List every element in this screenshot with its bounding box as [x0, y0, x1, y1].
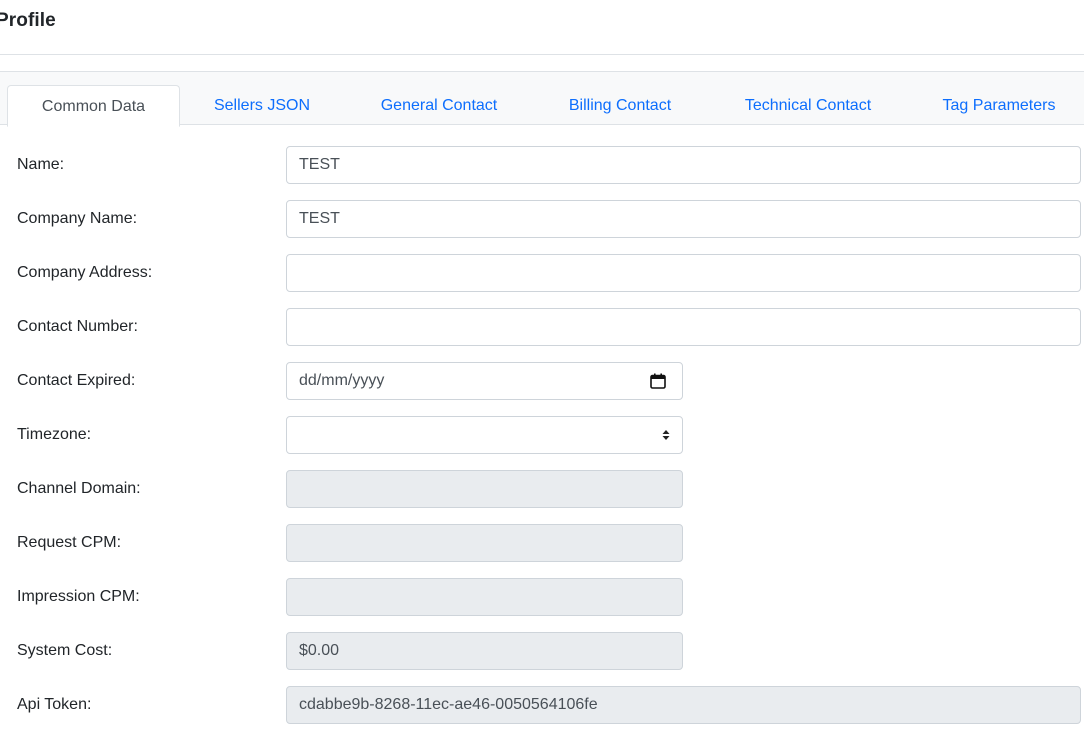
- request-cpm-input: [286, 524, 683, 562]
- contact-number-label: Contact Number:: [17, 318, 138, 335]
- system-cost-input: $0.00: [286, 632, 683, 670]
- system-cost-value: $0.00: [299, 642, 340, 659]
- title-divider: [0, 54, 1084, 55]
- contact-expired-placeholder: dd/mm/yyyy: [299, 372, 385, 389]
- page-title: Profile: [0, 10, 56, 31]
- timezone-label: Timezone:: [17, 426, 92, 443]
- form-row-company-name: Company Name: TEST: [0, 200, 1084, 238]
- contact-expired-date-input[interactable]: dd/mm/yyyy: [286, 362, 683, 400]
- form-row-contact-expired: Contact Expired: dd/mm/yyyy: [0, 362, 1084, 400]
- form-row-contact-number: Contact Number:: [0, 308, 1084, 346]
- name-value: TEST: [299, 156, 340, 173]
- api-token-value: cdabbe9b-8268-11ec-ae46-0050564106fe: [299, 696, 598, 713]
- api-token-input: cdabbe9b-8268-11ec-ae46-0050564106fe: [286, 686, 1081, 724]
- impression-cpm-input: [286, 578, 683, 616]
- form-row-channel-domain: Channel Domain:: [0, 470, 1084, 508]
- company-name-input[interactable]: TEST: [286, 200, 1081, 238]
- system-cost-label: System Cost:: [17, 642, 113, 659]
- tab-general-contact[interactable]: General Contact: [364, 85, 514, 126]
- form-row-api-token: Api Token: cdabbe9b-8268-11ec-ae46-00505…: [0, 686, 1084, 724]
- form-row-company-address: Company Address:: [0, 254, 1084, 292]
- company-address-input[interactable]: [286, 254, 1081, 292]
- form-row-name: Name: TEST: [0, 146, 1084, 184]
- timezone-select[interactable]: [286, 416, 683, 454]
- name-input[interactable]: TEST: [286, 146, 1081, 184]
- tab-technical-contact[interactable]: Technical Contact: [726, 85, 890, 126]
- tab-sellers-json[interactable]: Sellers JSON: [196, 85, 328, 126]
- company-name-value: TEST: [299, 210, 340, 227]
- impression-cpm-label: Impression CPM:: [17, 588, 140, 605]
- company-address-label: Company Address:: [17, 264, 153, 281]
- tab-billing-contact[interactable]: Billing Contact: [552, 85, 688, 126]
- form-row-impression-cpm: Impression CPM:: [0, 578, 1084, 616]
- channel-domain-input: [286, 470, 683, 508]
- company-name-label: Company Name:: [17, 210, 138, 227]
- form-row-system-cost: System Cost: $0.00: [0, 632, 1084, 670]
- tab-common-data[interactable]: Common Data: [7, 85, 180, 127]
- tab-tag-parameters[interactable]: Tag Parameters: [928, 85, 1070, 126]
- select-arrows-icon: [662, 430, 670, 440]
- name-label: Name:: [17, 156, 65, 173]
- form-row-request-cpm: Request CPM:: [0, 524, 1084, 562]
- request-cpm-label: Request CPM:: [17, 534, 122, 551]
- api-token-label: Api Token:: [17, 696, 92, 713]
- tab-bar: Common Data Sellers JSON General Contact…: [0, 71, 1084, 127]
- contact-number-input[interactable]: [286, 308, 1081, 346]
- channel-domain-label: Channel Domain:: [17, 480, 141, 497]
- form-row-timezone: Timezone:: [0, 416, 1084, 454]
- calendar-icon[interactable]: [650, 373, 666, 389]
- contact-expired-label: Contact Expired:: [17, 372, 136, 389]
